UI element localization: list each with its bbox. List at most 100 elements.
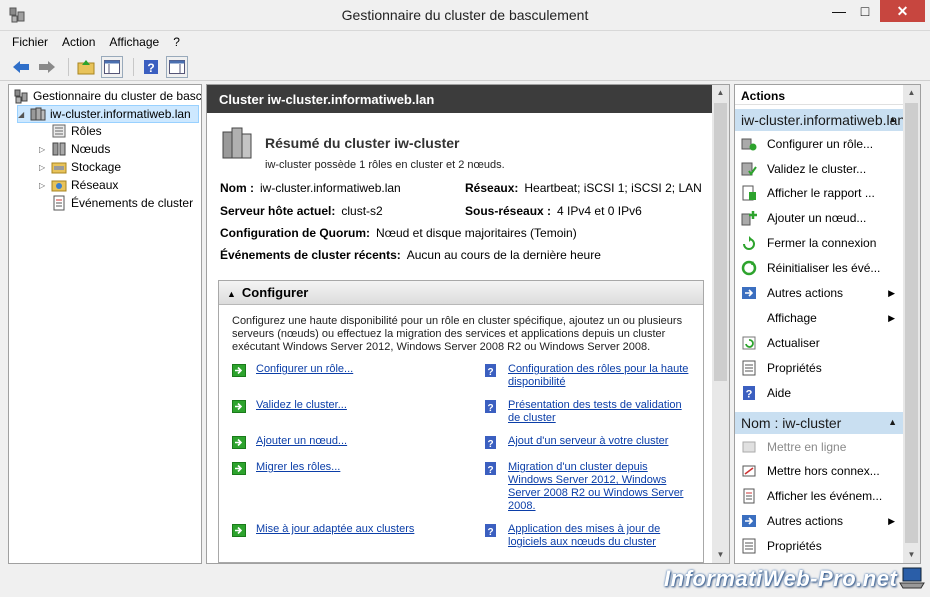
- action-properties[interactable]: Propriétés: [735, 357, 903, 379]
- more-actions-icon: [742, 287, 756, 299]
- action-help[interactable]: ? Aide: [735, 382, 903, 404]
- events-icon: [743, 488, 755, 504]
- configure-role-icon: [741, 138, 757, 151]
- field-name: Nom : iw-cluster.informatiweb.lan: [220, 181, 401, 195]
- action-validate-cluster[interactable]: Validez le cluster...: [735, 158, 903, 180]
- console-tree: Gestionnaire du cluster de basculement ◢…: [8, 84, 202, 564]
- tree-item-storage[interactable]: ▷ Stockage: [39, 158, 121, 176]
- actions-pane: Actions ▲ ▼ iw-cluster.informatiweb.lan ▲…: [734, 84, 921, 564]
- action-more-actions[interactable]: Autres actions ▶: [735, 282, 903, 304]
- actions-scrollbar[interactable]: ▲ ▼: [903, 85, 920, 563]
- help-link-migrate-cluster[interactable]: ? Migration d'un cluster depuis Windows …: [484, 461, 694, 513]
- submenu-arrow-icon: ▶: [888, 312, 895, 323]
- storage-icon: [51, 162, 67, 174]
- add-node-icon: [741, 211, 757, 226]
- action-add-node[interactable]: Ajouter un nœud...: [735, 207, 903, 229]
- up-folder-icon: [77, 59, 95, 74]
- svg-text:?: ?: [487, 527, 493, 537]
- configure-section: ▲ Configurer Configurez une haute disponi…: [218, 280, 704, 563]
- svg-text:?: ?: [487, 367, 493, 377]
- configure-section-header[interactable]: ▲ Configurer: [219, 281, 703, 305]
- action-configure-role[interactable]: Configurer un rôle...: [735, 133, 903, 155]
- collapse-icon[interactable]: ▲: [888, 417, 897, 427]
- action-reset-events[interactable]: Réinitialiser les évé...: [735, 257, 903, 279]
- scroll-down-icon[interactable]: ▼: [903, 547, 920, 563]
- field-networks: Réseaux: Heartbeat; iSCSI 1; iSCSI 2; LAN: [465, 181, 702, 195]
- action-show-events[interactable]: Afficher les événem...: [735, 485, 903, 507]
- help-icon: ?: [485, 524, 496, 537]
- maximize-button[interactable]: □: [850, 0, 880, 22]
- tree-item-events[interactable]: Événements de cluster: [39, 194, 193, 212]
- close-button[interactable]: ✕: [880, 0, 925, 22]
- center-scrollbar[interactable]: ▲ ▼: [712, 85, 729, 563]
- networks-icon: [51, 180, 67, 192]
- green-arrow-icon: [232, 462, 246, 475]
- tree-item-roles[interactable]: Rôles: [39, 122, 102, 140]
- menu-help[interactable]: ?: [173, 35, 180, 49]
- green-arrow-icon: [232, 436, 246, 449]
- action-view-report[interactable]: Afficher le rapport ...: [735, 182, 903, 204]
- summary-description: iw-cluster possède 1 rôles en cluster et…: [265, 159, 505, 171]
- help-link-configure-roles[interactable]: ? Configuration des rôles pour la haute …: [484, 363, 694, 389]
- tree-item-cluster[interactable]: ◢ iw-cluster.informatiweb.lan: [17, 105, 199, 123]
- task-add-node[interactable]: Ajouter un nœud...: [232, 435, 347, 449]
- expand-icon[interactable]: ▷: [39, 163, 49, 172]
- scroll-thumb[interactable]: [714, 103, 727, 381]
- action-more-actions-2[interactable]: Autres actions ▶: [735, 510, 903, 532]
- nodes-icon: [52, 142, 66, 156]
- action-close-connection[interactable]: Fermer la connexion: [735, 232, 903, 254]
- laptop-logo-icon: [899, 567, 925, 589]
- help-link-add-server[interactable]: ? Ajout d'un serveur à votre cluster: [484, 435, 694, 449]
- tree-item-networks[interactable]: ▷ Réseaux: [39, 176, 118, 194]
- action-refresh[interactable]: Actualiser: [735, 332, 903, 354]
- up-folder-button[interactable]: [75, 56, 97, 78]
- tree-item-nodes[interactable]: ▷ Nœuds: [39, 140, 110, 158]
- forward-button[interactable]: [36, 56, 58, 78]
- help-icon: ?: [144, 59, 158, 75]
- collapse-icon[interactable]: ◢: [18, 110, 28, 119]
- tree-item-label: Rôles: [71, 124, 102, 138]
- actions-group-name[interactable]: Nom : iw-cluster ▲: [735, 412, 903, 434]
- tree-root[interactable]: Gestionnaire du cluster de basculement: [13, 87, 201, 105]
- actions-group-cluster[interactable]: iw-cluster.informatiweb.lan ▲: [735, 109, 903, 131]
- scroll-thumb[interactable]: [905, 103, 918, 543]
- show-hide-console-tree-button[interactable]: [101, 55, 123, 78]
- summary-title: Résumé du cluster iw-cluster: [265, 135, 460, 151]
- task-configure-role[interactable]: Configurer un rôle...: [232, 363, 353, 377]
- scroll-down-icon[interactable]: ▼: [712, 547, 729, 563]
- help-link-apply-updates[interactable]: ? Application des mises à jour de logici…: [484, 523, 694, 549]
- roles-icon: [52, 124, 66, 138]
- task-validate-cluster[interactable]: Validez le cluster...: [232, 399, 347, 413]
- help-button[interactable]: ?: [140, 56, 162, 78]
- toolbar-separator: [133, 57, 134, 76]
- scroll-up-icon[interactable]: ▲: [712, 85, 729, 101]
- menu-fichier[interactable]: Fichier: [12, 35, 48, 49]
- tree-item-label: Événements de cluster: [71, 196, 194, 210]
- action-take-offline[interactable]: Mettre hors connex...: [735, 460, 903, 482]
- scroll-up-icon[interactable]: ▲: [903, 85, 920, 101]
- help-link-validation-tests[interactable]: ? Présentation des tests de validation d…: [484, 399, 694, 425]
- actions-header: Actions: [735, 85, 903, 105]
- submenu-arrow-icon: ▶: [888, 287, 895, 298]
- report-icon: [742, 185, 756, 201]
- action-properties-2[interactable]: Propriétés: [735, 535, 903, 557]
- menu-affichage[interactable]: Affichage: [109, 35, 159, 49]
- field-current-host: Serveur hôte actuel: clust-s2: [220, 204, 383, 218]
- task-cluster-aware-updating[interactable]: Mise à jour adaptée aux clusters: [232, 523, 414, 537]
- expand-icon[interactable]: ▷: [39, 145, 49, 154]
- task-migrate-roles[interactable]: Migrer les rôles...: [232, 461, 340, 475]
- action-bring-online[interactable]: Mettre en ligne: [735, 436, 903, 458]
- collapse-icon[interactable]: ▲: [227, 289, 236, 299]
- expand-icon[interactable]: ▷: [39, 181, 49, 190]
- collapse-icon[interactable]: ▲: [888, 114, 897, 124]
- action-view[interactable]: Affichage ▶: [735, 307, 903, 329]
- properties-icon: [742, 538, 756, 554]
- show-hide-action-pane-button[interactable]: [166, 55, 188, 78]
- menu-action[interactable]: Action: [62, 35, 95, 49]
- svg-text:?: ?: [147, 61, 154, 75]
- help-icon: ?: [485, 462, 496, 475]
- green-arrow-icon: [232, 364, 246, 377]
- close-connection-icon: [743, 236, 755, 250]
- field-quorum: Configuration de Quorum: Nœud et disque m…: [220, 226, 577, 240]
- back-button[interactable]: [10, 56, 32, 78]
